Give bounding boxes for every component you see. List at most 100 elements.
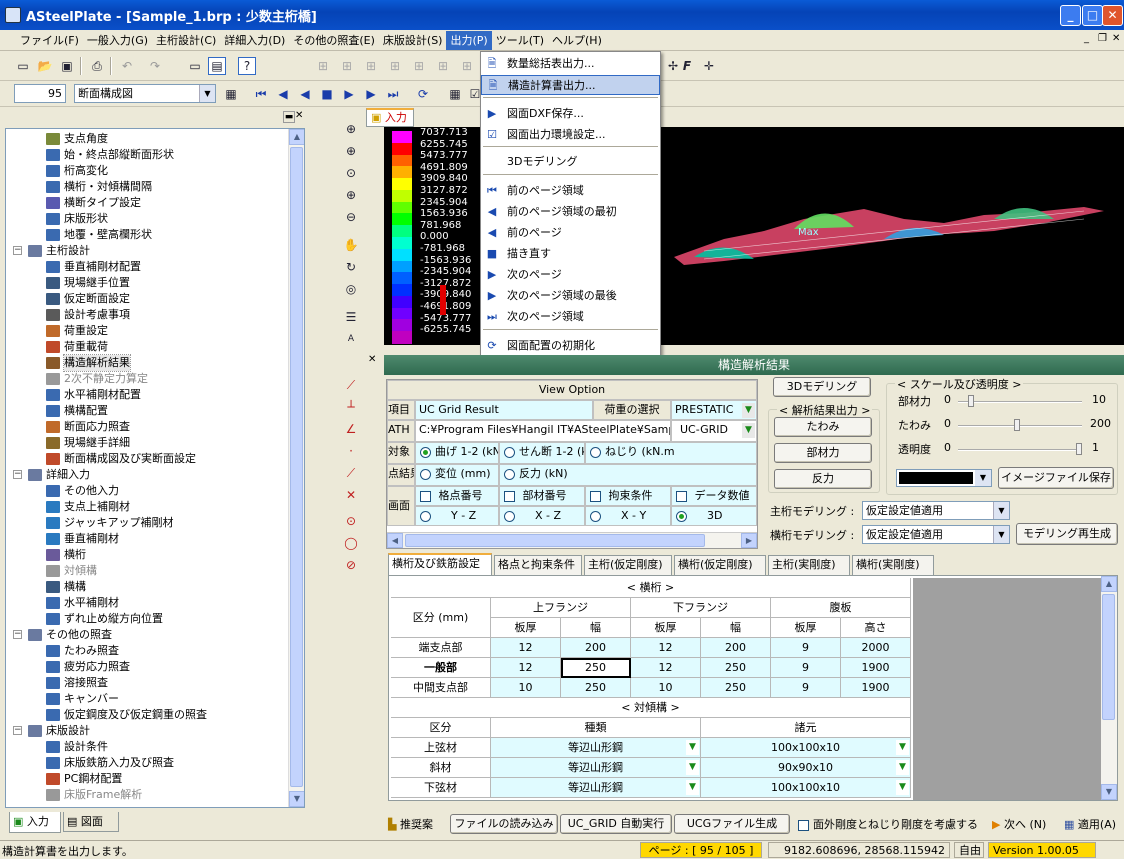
grid-cell[interactable]: 9	[771, 638, 841, 658]
tree-item[interactable]: 横構配置	[46, 403, 108, 419]
tree-item[interactable]: 床版鉄筋入力及び照査	[46, 755, 174, 771]
zoom-in-icon[interactable]: ⊕	[342, 186, 360, 204]
menu-help[interactable]: ヘルプ(H)	[548, 31, 606, 50]
scroll-down-icon[interactable]: ▼	[1101, 784, 1117, 800]
menu-other-checks[interactable]: その他の照査(E)	[289, 31, 379, 50]
mdi-close-button[interactable]: ✕	[1112, 33, 1120, 44]
last-page-icon[interactable]: ⏭	[384, 85, 402, 103]
grid-tool-icon[interactable]: ⊞	[314, 57, 332, 75]
stiffness-checkbox[interactable]: 面外剛度とねじり剛度を考慮する	[798, 816, 978, 832]
grid-cell[interactable]: 10	[491, 678, 561, 698]
check-member-number[interactable]: 部材番号	[499, 486, 585, 506]
tree-item[interactable]: 断面構成図及び実断面設定	[46, 451, 196, 467]
menu-detail-input[interactable]: 詳細入力(D)	[220, 31, 289, 50]
output-menu-item[interactable]: ⟳ 図面配置の初期化	[481, 336, 660, 356]
grid-select-cell[interactable]: 90x90x10 ▼	[701, 758, 911, 778]
member-force-button[interactable]: 部材力	[774, 443, 872, 463]
save-image-button[interactable]: イメージファイル保存	[998, 467, 1114, 489]
tree-item[interactable]: 構造解析結果	[46, 354, 131, 372]
zoom-window-icon[interactable]: ⊕	[342, 120, 360, 138]
grid-cell[interactable]: 9	[771, 658, 841, 678]
tab-main-actual[interactable]: 主桁(実剛度)	[768, 555, 850, 575]
point-tool-icon[interactable]: ·	[342, 442, 360, 460]
tree-item[interactable]: 横断タイプ設定	[46, 195, 141, 211]
rotate-icon[interactable]: ↻	[342, 258, 360, 276]
tree-item[interactable]: 水平補剛材	[46, 595, 119, 611]
tree-item[interactable]: 詳細入力	[28, 467, 90, 483]
radio-yz[interactable]: Y - Z	[415, 506, 499, 526]
tree-collapse-icon[interactable]: −	[13, 726, 22, 735]
menu-slab-design[interactable]: 床版設計(S)	[379, 31, 447, 50]
page-number-field[interactable]: 95	[14, 84, 66, 103]
radio-torsion[interactable]: ねじり (kN.m	[585, 442, 757, 464]
grid-cell[interactable]: 200	[561, 638, 631, 658]
view-select[interactable]: 断面構成図 ▼	[74, 84, 216, 103]
tree-item[interactable]: 支点上補剛材	[46, 499, 130, 515]
tree-item[interactable]: 地覆・壁高欄形状	[46, 227, 152, 243]
grid-cell[interactable]: 10	[631, 678, 701, 698]
grid-cell[interactable]: 200	[701, 638, 771, 658]
tree-item[interactable]: 床版形状	[46, 211, 108, 227]
grid-select-cell[interactable]: 100x100x10 ▼	[701, 738, 911, 758]
file-read-button[interactable]: ファイルの読み込み	[450, 814, 558, 834]
tree-item[interactable]: PC鋼材配置	[46, 771, 122, 787]
polyline-tool-icon[interactable]: ⟋	[342, 464, 360, 482]
3d-modeling-button[interactable]: 3Dモデリング	[773, 377, 871, 397]
output-menu-item[interactable]: 🗎 構造計算書出力...	[481, 75, 660, 95]
tree-item[interactable]: 現場継手位置	[46, 275, 130, 291]
layout-icon[interactable]: ▤	[208, 57, 226, 75]
grid-cell[interactable]: 1900	[841, 658, 911, 678]
tree-item[interactable]: たわみ照査	[46, 643, 119, 659]
grid-cell[interactable]: 250	[701, 658, 771, 678]
zoom-icon[interactable]: ⊕	[342, 142, 360, 160]
pane-close-icon[interactable]: ✕	[295, 110, 303, 121]
cross-tool-icon[interactable]: ✕	[342, 486, 360, 504]
scroll-right-icon[interactable]: ▶	[741, 533, 757, 548]
deflection-slider[interactable]	[958, 419, 1082, 431]
check-data-values[interactable]: データ数値	[671, 486, 757, 506]
tab-cross-actual[interactable]: 横桁(実剛度)	[852, 555, 934, 575]
scroll-thumb[interactable]	[405, 534, 705, 547]
tree-item[interactable]: 対傾構	[46, 563, 97, 579]
scroll-thumb[interactable]	[1102, 594, 1115, 720]
main-model-select[interactable]: 仮定設定値適用 ▼	[862, 501, 1010, 520]
function-icon[interactable]: F	[678, 57, 696, 75]
slider-thumb[interactable]	[1076, 443, 1082, 455]
tree-collapse-icon[interactable]: −	[13, 246, 22, 255]
tab-drawing[interactable]: ▤ 図面	[63, 812, 119, 832]
text-icon[interactable]: A	[342, 330, 360, 348]
angle-tool-icon[interactable]: ∠	[342, 420, 360, 438]
output-menu-item[interactable]: ▶ 次のページ	[481, 265, 660, 285]
prev-page-icon[interactable]: ◀	[296, 85, 314, 103]
print-icon[interactable]: ⎙	[88, 57, 106, 75]
scroll-up-icon[interactable]: ▲	[289, 129, 304, 145]
grid-cell[interactable]: 250	[561, 658, 631, 678]
menu-file[interactable]: ファイル(F)	[16, 31, 83, 50]
line-tool-icon[interactable]: ⟋	[342, 376, 360, 394]
output-menu-item[interactable]: ◀ 前のページ領域の最初	[481, 202, 660, 222]
load-select[interactable]: PRESTATIC ▼	[671, 400, 757, 420]
next-button[interactable]: ▶ 次へ (N)	[992, 816, 1046, 832]
grid-tool-icon[interactable]: ⊞	[338, 57, 356, 75]
output-menu-item[interactable]: ▶ 次のページ領域の最後	[481, 286, 660, 306]
grid-cell[interactable]: 12	[491, 658, 561, 678]
output-menu-item[interactable]: ⏭ 次のページ領域	[481, 307, 660, 327]
stop-icon[interactable]: ■	[318, 85, 336, 103]
grid-cell[interactable]: 250	[701, 678, 771, 698]
tree-item[interactable]: 荷重設定	[46, 323, 108, 339]
transparency-slider[interactable]	[958, 443, 1082, 455]
tree-item[interactable]: 2次不静定力算定	[46, 371, 148, 387]
canvas-tab-input[interactable]: ▣ 入力	[366, 108, 414, 127]
tree-item[interactable]: キャンバー	[46, 691, 119, 707]
ucg-generate-button[interactable]: UCGファイル生成	[674, 814, 790, 834]
grid-select-cell[interactable]: 等辺山形鋼 ▼	[491, 778, 701, 798]
tree-collapse-icon[interactable]: −	[13, 630, 22, 639]
grid-scrollbar[interactable]: ▲ ▼	[1101, 576, 1117, 800]
deflection-button[interactable]: たわみ	[774, 417, 872, 437]
window-icon[interactable]: ▭	[186, 57, 204, 75]
grid-tool-icon[interactable]: ⊞	[410, 57, 428, 75]
apply-button[interactable]: ▦ 適用(A)	[1064, 816, 1116, 832]
orbit-icon[interactable]: ◎	[342, 280, 360, 298]
open-folder-icon[interactable]: 📂	[36, 57, 54, 75]
tree-item[interactable]: 横桁・対傾構間隔	[46, 179, 152, 195]
